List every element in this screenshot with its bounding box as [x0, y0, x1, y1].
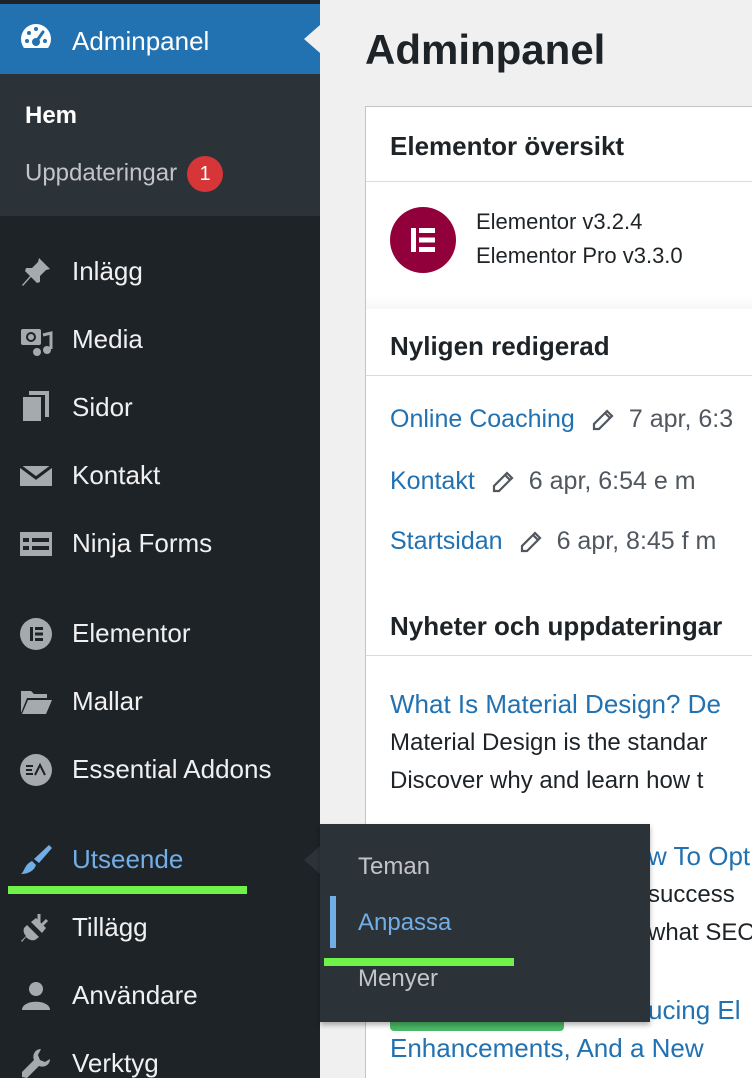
sidebar-item-verktyg[interactable]: Verktyg	[0, 1034, 320, 1078]
news-item-title-continued[interactable]: Enhancements, And a New	[390, 1033, 704, 1064]
sidebar-item-anvandare[interactable]: Användare	[0, 966, 320, 1026]
sidebar-item-label: Elementor	[72, 618, 191, 648]
recent-item-date: 6 apr, 6:54 e m	[528, 467, 696, 495]
submenu-item-label: Uppdateringar	[25, 159, 178, 187]
admin-sidebar: Adminpanel Hem Uppdateringar 1 Inlägg Med…	[0, 0, 320, 1078]
envelope-icon	[18, 458, 54, 494]
news-item-title[interactable]: What Is Material Design? De	[390, 689, 721, 720]
sidebar-item-label: Sidor	[72, 392, 133, 422]
news-item-excerpt: Material Design is the standar	[390, 729, 708, 756]
flyout-item-teman[interactable]: Teman	[358, 853, 430, 881]
elementor-icon	[18, 616, 54, 652]
sidebar-item-label: Adminpanel	[72, 26, 210, 56]
news-item-title[interactable]: w To Opt	[648, 841, 750, 872]
sidebar-item-label: Media	[72, 324, 143, 354]
current-indicator-arrow	[304, 25, 320, 53]
sidebar-item-label: Utseende	[72, 844, 184, 874]
divider	[366, 181, 752, 182]
sidebar-item-essential-addons[interactable]: Essential Addons	[0, 740, 320, 800]
dashboard-icon	[18, 21, 54, 57]
update-count-badge: 1	[187, 156, 224, 192]
elementor-pro-version: Elementor Pro v3.3.0	[476, 243, 683, 268]
sidebar-item-label: Kontakt	[72, 460, 161, 490]
news-item-excerpt: what SEO	[648, 919, 752, 946]
sidebar-item-label: Mallar	[72, 686, 143, 716]
annotation-underline-utseende	[8, 886, 247, 894]
recent-item-link[interactable]: Kontakt	[390, 467, 475, 496]
news-item-excerpt: success	[648, 881, 735, 908]
pencil-icon[interactable]	[519, 530, 543, 554]
recent-item-date: 6 apr, 8:45 f m	[556, 527, 717, 555]
sidebar-item-label: Ninja Forms	[72, 528, 213, 558]
dashboard-submenu: Hem Uppdateringar 1	[0, 74, 320, 216]
overview-heading: Elementor översikt	[390, 131, 625, 161]
section-separator	[366, 295, 752, 309]
news-heading: Nyheter och uppdateringar	[390, 611, 723, 641]
elementor-logo-icon	[390, 207, 456, 273]
news-item-excerpt: Discover why and learn how t	[390, 767, 704, 794]
flyout-pointer-arrow	[304, 846, 320, 874]
sidebar-item-label: Tillägg	[72, 912, 148, 942]
sidebar-item-ninja-forms[interactable]: Ninja Forms	[0, 514, 320, 574]
page-title: Adminpanel	[365, 26, 606, 73]
pencil-icon[interactable]	[491, 470, 515, 494]
paintbrush-icon	[18, 842, 54, 878]
sidebar-item-label: Användare	[72, 980, 198, 1010]
sidebar-item-label: Verktyg	[72, 1048, 159, 1078]
sidebar-item-utseende[interactable]: Utseende	[0, 830, 320, 890]
hover-indicator	[330, 896, 336, 948]
sidebar-item-kontakt[interactable]: Kontakt	[0, 446, 320, 506]
recent-heading: Nyligen redigerad	[390, 331, 610, 361]
folder-icon	[18, 684, 54, 720]
user-icon	[18, 978, 54, 1014]
sidebar-item-label: Inlägg	[72, 256, 143, 286]
elementor-version: Elementor v3.2.4	[476, 209, 643, 234]
pages-icon	[18, 390, 54, 426]
appearance-flyout-menu: Teman Anpassa Menyer	[320, 824, 650, 1022]
recent-item: Kontakt 6 apr, 6:54 e m	[390, 467, 696, 496]
pushpin-icon	[18, 254, 54, 290]
recent-item-link[interactable]: Startsidan	[390, 527, 503, 556]
plugin-icon	[18, 910, 54, 946]
divider	[366, 655, 752, 656]
news-item-title[interactable]: ucing El	[648, 995, 741, 1026]
sidebar-item-inlagg[interactable]: Inlägg	[0, 242, 320, 302]
recent-item-link[interactable]: Online Coaching	[390, 405, 575, 434]
recent-item-date: 7 apr, 6:3	[628, 405, 734, 433]
sidebar-item-sidor[interactable]: Sidor	[0, 378, 320, 438]
annotation-underline-anpassa	[324, 958, 514, 966]
sidebar-item-mallar[interactable]: Mallar	[0, 672, 320, 732]
recent-item: Online Coaching 7 apr, 6:3	[390, 405, 733, 434]
submenu-item-updates[interactable]: Uppdateringar 1	[25, 156, 224, 192]
sidebar-item-adminpanel[interactable]: Adminpanel	[0, 4, 320, 74]
sidebar-item-label: Essential Addons	[72, 754, 272, 784]
media-icon	[18, 322, 54, 358]
sidebar-item-media[interactable]: Media	[0, 310, 320, 370]
submenu-item-home[interactable]: Hem	[25, 102, 77, 130]
pencil-icon[interactable]	[591, 408, 615, 432]
recent-item: Startsidan 6 apr, 8:45 f m	[390, 527, 716, 556]
sidebar-item-tillagg[interactable]: Tillägg	[0, 898, 320, 958]
flyout-item-menyer[interactable]: Menyer	[358, 965, 438, 993]
wrench-icon	[18, 1046, 54, 1078]
ea-icon	[18, 752, 54, 788]
sidebar-item-elementor[interactable]: Elementor	[0, 604, 320, 664]
divider	[366, 375, 752, 376]
flyout-item-anpassa[interactable]: Anpassa	[358, 909, 451, 937]
forms-icon	[18, 526, 54, 562]
